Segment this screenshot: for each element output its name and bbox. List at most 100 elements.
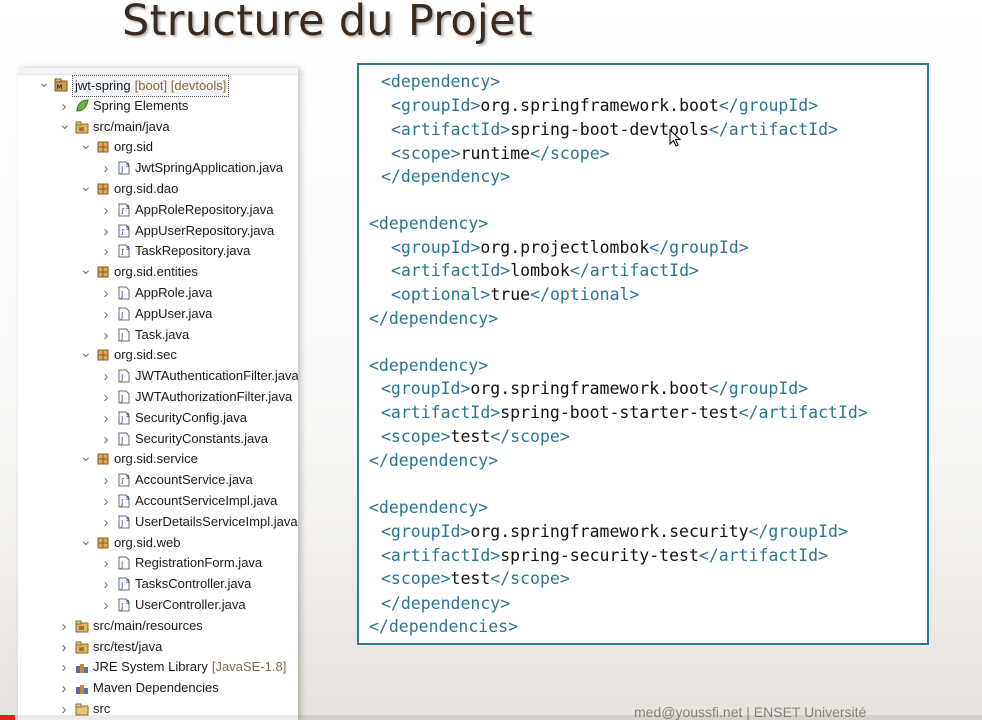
tree-item-label: SecurityConstants.java (135, 429, 268, 449)
tree-item-label: AppRole.java (135, 283, 212, 303)
chevron-right-icon[interactable]: › (101, 388, 111, 406)
tree-item-label: JRE System Library [JavaSE-1.8] (93, 657, 286, 677)
tree-item-text: AppRoleRepository.java (135, 201, 274, 217)
project-explorer-tree[interactable]: ⌄ Mjwt-spring [boot] [devtools] › Spring Ele… (18, 68, 298, 720)
chevron-right-icon[interactable]: › (59, 638, 69, 656)
code-line: <dependency> (381, 71, 500, 93)
svg-text:J: J (120, 498, 123, 507)
code-line: <scope>test</scope> (381, 568, 570, 590)
xml-value: test (450, 427, 491, 446)
library-icon (75, 681, 89, 695)
chevron-down-icon[interactable]: ⌄ (80, 137, 92, 156)
xml-tag: <dependency> (369, 356, 489, 375)
tree-item-label: Maven Dependencies (93, 678, 219, 698)
svg-text:J: J (120, 415, 123, 424)
chevron-right-icon[interactable]: › (101, 326, 111, 344)
chevron-right-icon[interactable]: › (59, 679, 69, 697)
tree-item-label: org.sid.service (114, 449, 198, 469)
chevron-right-icon[interactable]: › (101, 430, 111, 448)
chevron-right-icon[interactable]: › (101, 284, 111, 302)
xml-tag: <dependency> (381, 72, 501, 91)
xml-value: org.projectlombok (480, 238, 650, 257)
tree-item-label: AccountService.java (135, 470, 253, 490)
chevron-right-icon[interactable]: › (101, 554, 111, 572)
tree-item-label: src/test/java (93, 637, 162, 657)
chevron-right-icon[interactable]: › (59, 617, 69, 635)
tree-item-label: JwtSpringApplication.java (135, 158, 283, 178)
xml-value: lombok (510, 261, 570, 280)
library-icon (75, 660, 89, 674)
package-icon (96, 182, 110, 196)
tree-item-text: RegistrationForm.java (135, 555, 263, 571)
chevron-right-icon[interactable]: › (59, 658, 69, 676)
xml-tag: </artifactId> (569, 261, 699, 280)
chevron-down-icon[interactable]: ⌄ (80, 179, 92, 198)
chevron-right-icon[interactable]: › (59, 97, 69, 115)
interface-file-icon: IS (117, 473, 131, 487)
chevron-down-icon[interactable]: ⌄ (59, 117, 71, 136)
tree-item-text: org.sid.web (114, 534, 181, 550)
code-line: <groupId>org.springframework.boot</group… (381, 378, 808, 400)
code-line: </dependencies> (369, 616, 518, 638)
xml-tag: </scope> (490, 427, 570, 446)
svg-text:S: S (126, 579, 130, 585)
chevron-right-icon[interactable]: › (101, 575, 111, 593)
spring-java-file-icon: JS (117, 577, 131, 591)
tree-item-label: org.sid.sec (114, 345, 177, 365)
chevron-down-icon[interactable]: ⌄ (80, 449, 92, 468)
xml-tag: <artifactId> (381, 546, 501, 565)
tree-item-text: JRE System Library (93, 659, 208, 675)
chevron-right-icon[interactable]: › (101, 492, 111, 510)
svg-text:S: S (126, 205, 130, 211)
code-line: <artifactId>lombok</artifactId> (391, 260, 699, 282)
svg-text:S: S (126, 246, 130, 252)
chevron-right-icon[interactable]: › (101, 222, 111, 240)
chevron-right-icon[interactable]: › (101, 367, 111, 385)
chevron-down-icon[interactable]: ⌄ (80, 262, 92, 281)
chevron-right-icon[interactable]: › (101, 596, 111, 614)
svg-text:J: J (120, 394, 123, 403)
chevron-down-icon[interactable]: ⌄ (80, 345, 92, 364)
xml-tag: <scope> (381, 569, 451, 588)
code-line: <dependency> (369, 355, 488, 377)
tree-item-label: org.sid.entities (114, 262, 198, 282)
spring-leaf-icon (75, 99, 89, 113)
tree-item-text: TasksController.java (135, 576, 252, 592)
chevron-right-icon[interactable]: › (101, 305, 111, 323)
project-icon: M (54, 78, 68, 92)
tree-item-label: JWTAuthorizationFilter.java (135, 387, 292, 407)
tree-item-text: JWTAuthorizationFilter.java (135, 389, 293, 404)
chevron-down-icon[interactable]: ⌄ (80, 533, 92, 552)
video-progress-bar[interactable] (0, 715, 982, 720)
code-line: <artifactId>spring-security-test</artifa… (381, 545, 828, 567)
chevron-right-icon[interactable]: › (101, 471, 111, 489)
chevron-right-icon[interactable]: › (101, 513, 111, 531)
xml-tag: <scope> (381, 427, 451, 446)
xml-tag: </artifactId> (698, 546, 829, 565)
tree-item-text: SecurityConfig.java (135, 409, 247, 425)
chevron-right-icon[interactable]: › (101, 409, 111, 427)
xml-value: spring-boot-starter-test (500, 403, 739, 422)
code-line: <scope>runtime</scope> (391, 143, 610, 165)
xml-tag: <groupId> (391, 238, 481, 257)
tree-toolbar-strip (18, 68, 298, 75)
chevron-right-icon[interactable]: › (101, 159, 111, 177)
svg-text:J: J (120, 519, 123, 528)
code-line: <dependency> (369, 213, 488, 235)
interface-file-icon: IS (117, 203, 131, 217)
tree-item-label: Task.java (135, 325, 189, 345)
tree-item-label: TasksController.java (135, 574, 251, 594)
tree-item-label: AppUser.java (135, 304, 212, 324)
java-file-icon: J (117, 369, 131, 383)
xml-value: runtime (460, 144, 531, 163)
chevron-right-icon[interactable]: › (101, 242, 111, 260)
spring-java-file-icon: JS (117, 494, 131, 508)
chevron-down-icon[interactable]: ⌄ (38, 75, 50, 94)
chevron-right-icon[interactable]: › (101, 201, 111, 219)
slide-title: Structure du Projet (122, 0, 534, 46)
tree-item-text: JWTAuthenticationFilter.java (135, 368, 298, 384)
xml-tag: </groupId> (748, 522, 848, 541)
tree-item-text: Task.java (135, 326, 190, 342)
svg-text:J: J (120, 311, 123, 320)
tree-item-text: JwtSpringApplication.java (135, 160, 284, 176)
